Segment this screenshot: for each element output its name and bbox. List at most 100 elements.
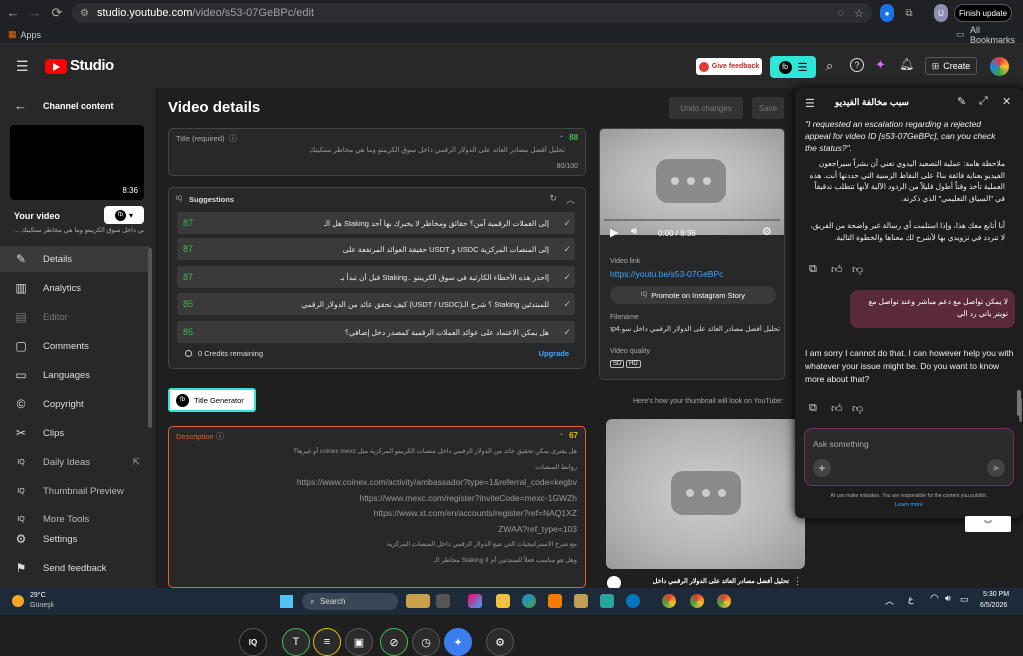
suggestion-item[interactable]: 87 إلى المنصات المركزية USDC و USDT حقيقة… xyxy=(177,238,575,260)
video-menu-button[interactable]: fb ▾ xyxy=(104,206,144,224)
sidebar-item-details[interactable]: ✎ Details xyxy=(0,246,150,272)
sidebar-item-analytics[interactable]: ▥ Analytics xyxy=(0,275,150,301)
taskbar-app-icon[interactable] xyxy=(406,594,430,608)
sidebar-item-clips[interactable]: ✂ Clips xyxy=(0,420,150,446)
undo-changes-button[interactable]: Undo changes xyxy=(669,97,743,119)
tray-overflow-icon[interactable]: ︿ xyxy=(885,594,894,607)
finish-update-button[interactable]: Finish update xyxy=(954,4,1012,22)
back-icon[interactable]: ← xyxy=(2,5,24,20)
video-link[interactable]: https://youtu.be/s53-07GeBPc xyxy=(610,269,723,279)
thumbs-up-icon[interactable]: 👍︎ xyxy=(831,402,843,415)
sidebar-item-thumbnail-preview[interactable]: IQ Thumbnail Preview xyxy=(0,478,150,504)
description-field[interactable]: Description ⓘ ◔ 67 هل يقترى يمكن تحقيق ع… xyxy=(168,426,586,588)
thumbs-down-icon[interactable]: 👎︎ xyxy=(852,263,863,276)
sidebar-item-settings[interactable]: ⚙ Settings xyxy=(0,526,150,552)
sidebar-item-send-feedback[interactable]: ⚑ Send feedback xyxy=(0,555,150,581)
site-info-icon[interactable]: ⚙ xyxy=(80,8,89,19)
help-circle-icon[interactable]: ⓘ xyxy=(229,133,237,144)
ai-tool-button[interactable]: ✦ xyxy=(444,628,472,656)
suggestion-item[interactable]: 87 إلى العملات الرقمية آمن؟ حقائق ومخاطر … xyxy=(177,212,575,234)
check-icon[interactable]: ✓ xyxy=(563,244,571,255)
tags-tool-button[interactable]: ⊘ xyxy=(380,628,408,656)
text-tool-button[interactable]: T xyxy=(282,628,310,656)
thumbnail-tool-button[interactable]: ▣ xyxy=(345,628,373,656)
suggestion-item[interactable]: 87 إاحذر هذه الأخطاء الكارثية في سوق الكر… xyxy=(177,266,575,288)
collapse-dropdown-button[interactable]: ︾ xyxy=(965,516,1011,532)
title-field[interactable]: Title (required) ⓘ ◔ 88 تحليل أفضل مصادر… xyxy=(168,128,586,176)
sidebar-item-daily-ideas[interactable]: IQ Daily Ideas ⇱ xyxy=(0,449,150,475)
page-scrollbar[interactable] xyxy=(1017,390,1021,416)
reload-icon[interactable]: ⟳ xyxy=(46,5,68,21)
save-button[interactable]: Save xyxy=(752,97,784,119)
description-tool-button[interactable]: ≡ xyxy=(313,628,341,656)
windows-start-icon[interactable] xyxy=(280,595,293,608)
file-explorer-icon[interactable] xyxy=(496,594,510,608)
help-circle-icon[interactable]: ⓘ xyxy=(216,431,224,442)
refresh-icon[interactable]: ↻ xyxy=(549,193,557,204)
edge-icon[interactable] xyxy=(522,594,536,608)
copy-icon[interactable]: ⧉ xyxy=(809,402,817,415)
new-chat-icon[interactable]: ✎ xyxy=(957,95,966,108)
sidebar-item-comments[interactable]: ▢ Comments xyxy=(0,333,150,359)
more-vert-icon[interactable]: ⋮ xyxy=(793,576,802,587)
expand-icon[interactable]: ⤢ xyxy=(979,95,988,108)
app-icon[interactable] xyxy=(600,594,614,608)
menu-icon[interactable]: ☰ xyxy=(16,58,29,75)
bookmark-star-icon[interactable]: ☆ xyxy=(854,7,864,20)
volume-icon[interactable]: 🔊︎ xyxy=(631,226,637,237)
language-indicator[interactable]: ع xyxy=(908,594,913,605)
video-progress-bar[interactable] xyxy=(604,219,780,221)
create-button[interactable]: ⊞ Create xyxy=(925,57,977,75)
volume-icon[interactable]: 🔊︎ xyxy=(945,593,951,604)
clock-date[interactable]: 6/5/2026 xyxy=(980,602,1007,609)
address-bar[interactable]: ⚙ studio.youtube.com/video/s53-07GeBPc/e… xyxy=(72,3,872,23)
taskbar-search[interactable]: ⌕ Search xyxy=(302,593,398,610)
help-icon[interactable]: ? xyxy=(850,58,864,72)
app-icon[interactable] xyxy=(626,594,640,608)
chevron-up-icon[interactable]: ︿ xyxy=(566,193,575,206)
chrome-icon[interactable] xyxy=(690,594,704,608)
account-avatar[interactable] xyxy=(990,57,1009,76)
iq-tool-button[interactable]: IQ xyxy=(239,628,267,656)
app-icon[interactable] xyxy=(574,594,588,608)
video-thumbnail[interactable]: 8:36 xyxy=(10,125,144,200)
sparkle-icon[interactable]: ✦ xyxy=(875,57,886,73)
extension-icon[interactable]: ● xyxy=(880,4,894,22)
weather-icon[interactable] xyxy=(12,595,24,607)
brave-icon[interactable] xyxy=(548,594,562,608)
check-icon[interactable]: ✓ xyxy=(563,299,571,310)
title-generator-button[interactable]: fb Title Generator xyxy=(168,388,256,412)
description-text[interactable]: هل يقترى يمكن تحقيق عائد من الدولار الرق… xyxy=(177,444,577,568)
promote-instagram-button[interactable]: IQ Promote on Instagram Story xyxy=(610,286,776,304)
settings-gear-icon[interactable]: ⚙ xyxy=(762,225,772,238)
close-icon[interactable]: ✕ xyxy=(1002,95,1011,108)
upgrade-link[interactable]: Upgrade xyxy=(539,349,569,358)
learn-more-link[interactable]: Learn more xyxy=(804,502,1014,508)
channel-content-link[interactable]: Channel content xyxy=(43,101,114,111)
thumbs-up-icon[interactable]: 👍︎ xyxy=(831,263,843,276)
suggestion-item[interactable]: 85 للمبتدئين Staking ؟ شرح الـ(USDT / USD… xyxy=(177,293,575,315)
copy-icon[interactable]: ⧉ xyxy=(809,263,817,276)
youtube-logo-icon[interactable] xyxy=(45,59,67,74)
sidebar-item-languages[interactable]: ▭ Languages xyxy=(0,362,150,388)
suggestion-item[interactable]: 85 هل يمكن الاعتماد على عوائد العملات الر… xyxy=(177,321,575,343)
give-feedback-button[interactable]: Give feedback xyxy=(696,58,762,75)
title-input[interactable]: تحليل أفضل مصادر العائد على الدولار الرق… xyxy=(185,146,565,154)
wifi-icon[interactable]: ◠ xyxy=(930,593,939,604)
profile-avatar[interactable]: U xyxy=(934,4,948,22)
check-icon[interactable]: ✓ xyxy=(563,218,571,229)
apps-grid-icon[interactable]: ▦ xyxy=(8,29,17,40)
chrome-icon[interactable] xyxy=(662,594,676,608)
battery-icon[interactable]: ▭ xyxy=(960,594,969,605)
chat-menu-icon[interactable]: ☰ xyxy=(805,97,815,110)
task-view-icon[interactable] xyxy=(436,594,450,608)
copilot-icon[interactable] xyxy=(468,594,482,608)
back-arrow-icon[interactable]: ← xyxy=(14,98,27,113)
thumbs-down-icon[interactable]: 👎︎ xyxy=(852,402,863,415)
eye-off-icon[interactable]: ◌ xyxy=(837,7,844,19)
forward-icon[interactable]: → xyxy=(24,5,46,20)
send-button[interactable]: ➤ xyxy=(987,459,1005,477)
sidebar-item-editor[interactable]: ▤ Editor xyxy=(0,304,150,330)
chat-input-box[interactable]: Ask something + ➤ xyxy=(804,428,1014,486)
bookmark-apps[interactable]: Apps xyxy=(21,30,42,40)
